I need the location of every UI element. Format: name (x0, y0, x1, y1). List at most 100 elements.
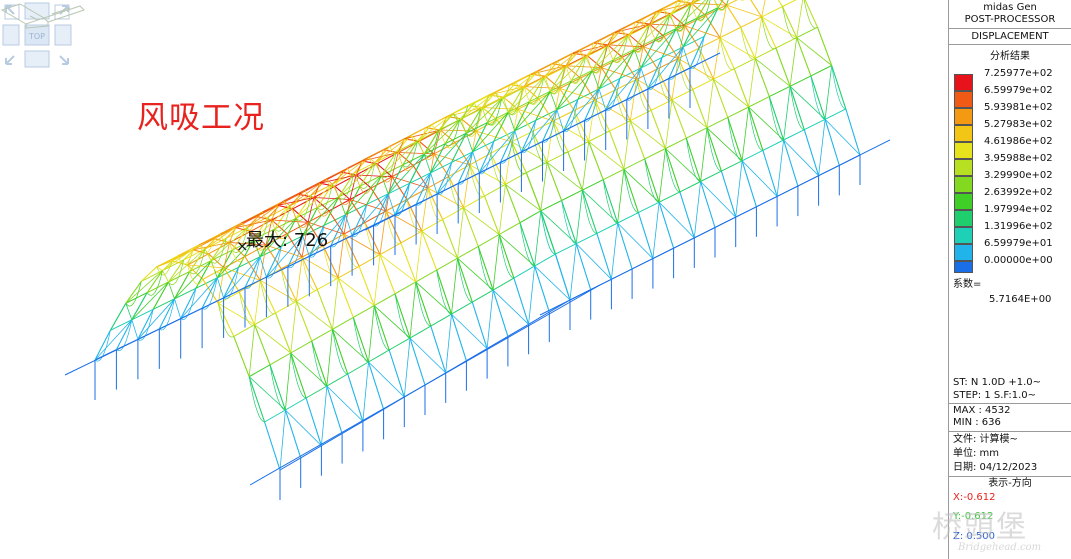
purlin-member (810, 65, 832, 77)
purlin-member (296, 289, 318, 302)
purlin-member (700, 170, 722, 182)
arch-member (140, 266, 158, 282)
purlin-member (719, 26, 742, 39)
brace-member (540, 162, 548, 211)
brace-member (131, 319, 139, 340)
purlin-member (528, 311, 550, 325)
step-info: STEP: 1 S.F:1.0~ (953, 390, 1037, 401)
brace-member (776, 139, 784, 197)
brace-member (486, 290, 494, 349)
legend-row: 4.61986e+02 (954, 136, 1070, 159)
axis-triad-icon (0, 3, 85, 29)
purlin-member (373, 293, 396, 307)
purlin-member (686, 127, 708, 139)
purlin-member (264, 409, 286, 423)
arch-member (607, 44, 623, 58)
arch-member (586, 54, 602, 69)
purlin-member (362, 408, 384, 422)
brace-member (789, 37, 798, 87)
purlin-member (582, 179, 604, 191)
legend-color-swatch (954, 261, 973, 273)
model-viewport[interactable]: 风吸工况 最大: 726 × TOP (0, 0, 949, 559)
brace-member (640, 67, 649, 90)
arch-member (598, 59, 614, 90)
purlin-member (394, 281, 417, 295)
legend-row: 5.27983e+02 (954, 119, 1070, 142)
max-value-label: 最大: 726 (246, 230, 329, 251)
purlin-member (734, 57, 756, 70)
min-node: MIN : 636 (953, 417, 1001, 428)
brace-member (332, 277, 339, 330)
web-member (313, 197, 330, 217)
purlin-member (638, 201, 660, 214)
purlin-member (321, 433, 343, 447)
web-member (397, 152, 414, 172)
brace-member (682, 46, 691, 69)
purlin-member (353, 305, 375, 318)
brace-member (578, 50, 586, 58)
panel-divider (949, 476, 1071, 477)
purlin-member (498, 222, 521, 235)
result-legend-panel: midas Gen POST-PROCESSOR DISPLACEMENT 分析… (949, 0, 1071, 559)
arch-member (233, 336, 250, 377)
arch-member (691, 2, 707, 16)
product-name: midas Gen (983, 2, 1037, 13)
brace-member (569, 243, 577, 301)
purlin-member (430, 313, 452, 327)
purlin-member (218, 291, 240, 304)
legend-value: 3.29990e+02 (984, 170, 1053, 181)
brace-member (387, 193, 396, 216)
deformed-shape-model[interactable] (0, 0, 948, 559)
purlin-member (421, 219, 443, 232)
legend-row: 2.63992e+02 (954, 187, 1070, 210)
brace-member (693, 181, 701, 238)
purlin-member (358, 254, 381, 267)
legend-row: 3.29990e+02 (954, 170, 1070, 193)
brace-member (741, 106, 749, 161)
arch-member (831, 65, 847, 110)
arch-member (454, 142, 471, 166)
arch-member (670, 13, 686, 27)
purlin-member (762, 139, 784, 151)
watermark-url: Bridgehead.com (958, 542, 1042, 553)
panel-divider (949, 44, 1071, 45)
brace-member (285, 352, 292, 411)
brace-member (492, 234, 500, 291)
purlin-member (347, 361, 369, 375)
purlin-member (451, 301, 473, 315)
brace-member (403, 338, 411, 398)
web-member (649, 24, 665, 43)
purlin-member (796, 26, 818, 39)
purlin-member (317, 277, 339, 291)
purlin-member (448, 164, 471, 177)
purlin-member (332, 316, 354, 330)
purlin-member (727, 106, 749, 118)
purlin-member (457, 245, 479, 259)
brace-member (248, 324, 255, 377)
brace-member (326, 329, 333, 387)
panel-divider (949, 403, 1071, 404)
brace-member (362, 361, 369, 422)
max-point-marker: × (236, 237, 249, 255)
purlin-member (341, 420, 364, 435)
purlin-member (326, 373, 348, 387)
legend-row: 7.25977e+02 (954, 68, 1070, 91)
legend-row: 5.93981e+02 (954, 102, 1070, 125)
brace-member (754, 16, 763, 59)
purlin-member (665, 137, 687, 149)
brace-member (421, 187, 429, 232)
legend-row: 1.31996e+02 (954, 221, 1070, 244)
purlin-member (466, 348, 488, 362)
arch-member (264, 421, 281, 471)
purlin-member (754, 47, 777, 59)
legend-row: 0.00000e+00 (954, 255, 1070, 273)
arch-member (619, 49, 635, 79)
purlin-member (761, 6, 783, 18)
legend-value: 6.59979e+01 (984, 238, 1053, 249)
legend-row: 6.59979e+02 (954, 85, 1070, 108)
brace-member (598, 88, 607, 111)
brace-member (415, 231, 423, 282)
purlin-member (300, 445, 322, 459)
purlin-member (275, 300, 297, 314)
eave-line (539, 139, 891, 316)
